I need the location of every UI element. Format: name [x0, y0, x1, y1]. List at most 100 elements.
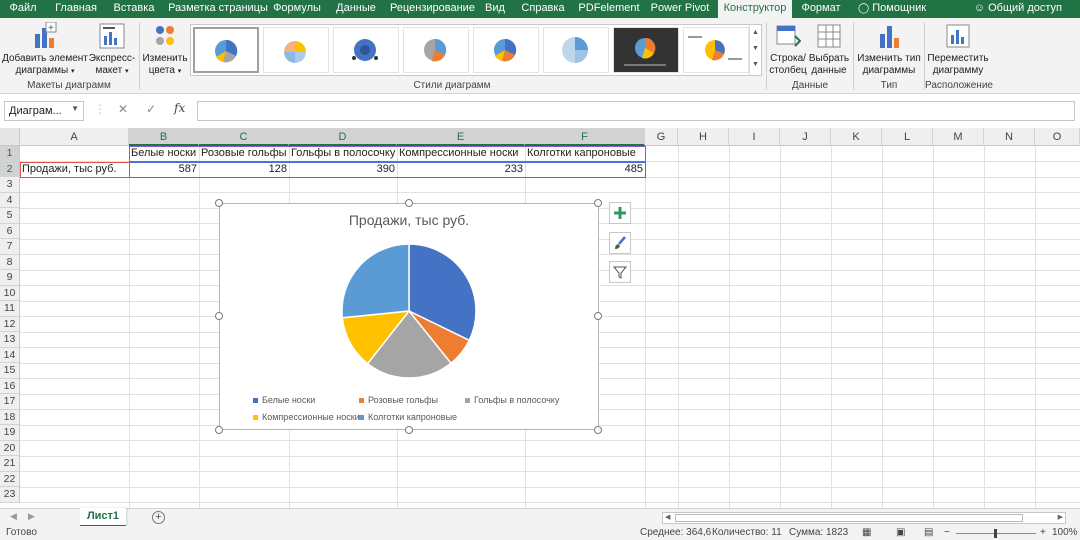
- tab-power-pivot[interactable]: Power Pivot: [648, 0, 712, 18]
- chart-style-3[interactable]: [333, 27, 399, 73]
- resize-handle[interactable]: [594, 312, 602, 320]
- resize-handle[interactable]: [215, 426, 223, 434]
- tab-design[interactable]: Конструктор: [718, 0, 792, 18]
- share-button[interactable]: ☺ Общий доступ: [974, 0, 1062, 18]
- row-header[interactable]: 15: [0, 363, 20, 379]
- row-header[interactable]: 17: [0, 394, 20, 410]
- chart-style-7[interactable]: [613, 27, 679, 73]
- column-header-o[interactable]: O: [1035, 128, 1080, 146]
- change-chart-type-button[interactable]: Изменить тип диаграммы: [856, 22, 922, 77]
- column-header-m[interactable]: M: [933, 128, 984, 146]
- tab-data[interactable]: Данные: [332, 0, 380, 18]
- tab-format[interactable]: Формат: [798, 0, 844, 18]
- tab-view[interactable]: Вид: [482, 0, 508, 18]
- zoom-slider-thumb[interactable]: [994, 529, 997, 538]
- chart-style-2[interactable]: [263, 27, 329, 73]
- resize-handle[interactable]: [594, 199, 602, 207]
- insert-function-icon[interactable]: fx: [174, 101, 185, 115]
- scroll-down-icon[interactable]: ▼: [750, 41, 761, 57]
- chart-filters-button[interactable]: [609, 261, 631, 283]
- sheet-next-icon[interactable]: ▶: [28, 511, 35, 522]
- page-layout-view-icon[interactable]: ▣: [896, 527, 905, 538]
- column-header-i[interactable]: I: [729, 128, 780, 146]
- zoom-out-icon[interactable]: −: [944, 527, 950, 538]
- pie-slice-5[interactable]: [341, 243, 410, 319]
- scroll-up-icon[interactable]: ▲: [750, 25, 761, 41]
- enter-icon[interactable]: ✓: [146, 102, 156, 116]
- move-chart-button[interactable]: Переместить диаграмму: [926, 22, 990, 77]
- resize-handle[interactable]: [215, 312, 223, 320]
- row-header[interactable]: 20: [0, 440, 20, 456]
- column-header-b[interactable]: B: [129, 128, 199, 146]
- legend-item-3[interactable]: Гольфы в полосочку: [465, 395, 559, 405]
- add-chart-element-button[interactable]: + Добавить элемент диаграммы ▾: [2, 22, 88, 78]
- quick-layout-button[interactable]: Экспресс- макет ▾: [88, 22, 136, 78]
- sheet-prev-icon[interactable]: ◀: [10, 511, 17, 522]
- chart-styles-button[interactable]: [609, 232, 631, 254]
- column-header-g[interactable]: G: [645, 128, 678, 146]
- chart-style-6[interactable]: [543, 27, 609, 73]
- resize-handle[interactable]: [405, 426, 413, 434]
- row-header[interactable]: 1: [0, 146, 20, 162]
- select-data-button[interactable]: Выбрать данные: [808, 22, 850, 77]
- row-header[interactable]: 16: [0, 378, 20, 394]
- chevron-down-icon[interactable]: ▼: [71, 104, 79, 113]
- select-all-corner[interactable]: [0, 128, 20, 146]
- row-header[interactable]: 11: [0, 301, 20, 317]
- row-header[interactable]: 4: [0, 192, 20, 208]
- legend-item-2[interactable]: Розовые гольфы: [359, 395, 438, 405]
- column-header-n[interactable]: N: [984, 128, 1035, 146]
- tab-file[interactable]: Файл: [6, 0, 40, 18]
- zoom-in-icon[interactable]: +: [1040, 527, 1046, 538]
- row-header[interactable]: 5: [0, 208, 20, 224]
- tell-me-help[interactable]: ◯ Помощник: [856, 0, 928, 18]
- row-header[interactable]: 21: [0, 456, 20, 472]
- row-header[interactable]: 23: [0, 487, 20, 503]
- row-header[interactable]: 7: [0, 239, 20, 255]
- resize-handle[interactable]: [405, 199, 413, 207]
- tab-page-layout[interactable]: Разметка страницы: [166, 0, 270, 18]
- tab-formulas[interactable]: Формулы: [270, 0, 324, 18]
- tab-review[interactable]: Рецензирование: [390, 0, 475, 18]
- row-header[interactable]: 18: [0, 409, 20, 425]
- column-header-j[interactable]: J: [780, 128, 831, 146]
- resize-handle[interactable]: [594, 426, 602, 434]
- sheet-tab-1[interactable]: Лист1: [80, 508, 126, 527]
- resize-handle[interactable]: [215, 199, 223, 207]
- normal-view-icon[interactable]: ▦: [862, 527, 871, 538]
- column-header-l[interactable]: L: [882, 128, 933, 146]
- row-header[interactable]: 3: [0, 177, 20, 193]
- scroll-right-icon[interactable]: ▶: [1058, 513, 1063, 521]
- column-header-d[interactable]: D: [289, 128, 397, 146]
- cancel-icon[interactable]: ✕: [118, 102, 128, 116]
- column-header-k[interactable]: K: [831, 128, 882, 146]
- tab-home[interactable]: Главная: [52, 0, 100, 18]
- row-header[interactable]: 9: [0, 270, 20, 286]
- gallery-scroll[interactable]: ▲ ▼ ▼: [749, 25, 761, 75]
- tab-help[interactable]: Справка: [518, 0, 568, 18]
- chart-style-1[interactable]: [193, 27, 259, 73]
- name-box[interactable]: Диаграм... ▼: [4, 101, 84, 121]
- row-header[interactable]: 6: [0, 223, 20, 239]
- pie-chart[interactable]: Продажи, тыс руб. Белые носки Розовые го…: [219, 203, 599, 430]
- row-header[interactable]: 10: [0, 285, 20, 301]
- column-header-f[interactable]: F: [525, 128, 645, 146]
- legend-item-1[interactable]: Белые носки: [253, 395, 315, 405]
- more-styles-icon[interactable]: ▼: [750, 57, 761, 73]
- horizontal-scrollbar[interactable]: ◀ ▶: [662, 512, 1066, 524]
- row-header[interactable]: 13: [0, 332, 20, 348]
- change-colors-button[interactable]: Изменить цвета ▾: [142, 22, 188, 78]
- column-header-e[interactable]: E: [397, 128, 525, 146]
- column-header-h[interactable]: H: [678, 128, 729, 146]
- scroll-thumb[interactable]: [675, 514, 1023, 522]
- column-header-c[interactable]: C: [199, 128, 289, 146]
- tab-insert[interactable]: Вставка: [110, 0, 158, 18]
- legend-item-5[interactable]: Колготки капроновые: [359, 412, 457, 422]
- column-header-a[interactable]: A: [20, 128, 129, 146]
- tab-pdfelement[interactable]: PDFelement: [578, 0, 640, 18]
- chart-elements-button[interactable]: [609, 202, 631, 224]
- legend-item-4[interactable]: Компрессионные носки: [253, 412, 360, 422]
- chart-style-4[interactable]: [403, 27, 469, 73]
- zoom-level[interactable]: 100%: [1052, 527, 1078, 538]
- row-header[interactable]: 14: [0, 347, 20, 363]
